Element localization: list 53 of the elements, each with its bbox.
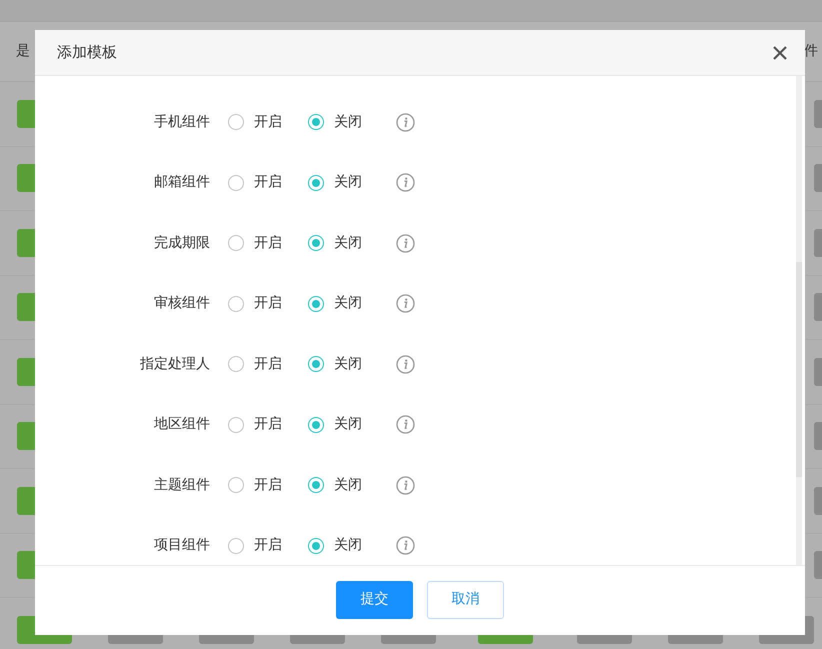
info-icon[interactable] xyxy=(396,112,415,132)
info-icon[interactable] xyxy=(396,354,415,374)
radio-button[interactable] xyxy=(228,538,244,554)
info-icon[interactable] xyxy=(396,294,415,314)
radio-button[interactable] xyxy=(228,356,244,372)
radio-button[interactable] xyxy=(308,538,324,554)
radio-button[interactable] xyxy=(308,235,324,252)
radio-option[interactable]: 开启 xyxy=(228,474,282,496)
radio-button[interactable] xyxy=(228,477,244,494)
radio-button[interactable] xyxy=(308,477,324,494)
radio-option[interactable]: 关闭 xyxy=(308,354,362,375)
radio-option[interactable]: 关闭 xyxy=(308,474,362,496)
radio-option[interactable]: 开启 xyxy=(228,172,282,194)
field-label: 手机组件 xyxy=(153,112,210,132)
info-icon[interactable] xyxy=(396,476,415,495)
radio-button[interactable] xyxy=(228,114,244,130)
field-label: 指定处理人 xyxy=(139,354,210,374)
radio-option[interactable]: 关闭 xyxy=(308,293,362,314)
radio-option[interactable]: 开启 xyxy=(228,535,282,556)
radio-option[interactable]: 开启 xyxy=(228,112,282,133)
column-header: 件 xyxy=(804,42,818,61)
radio-button[interactable] xyxy=(228,174,244,191)
radio-option[interactable]: 关闭 xyxy=(308,535,362,556)
radio-option[interactable]: 关闭 xyxy=(308,414,362,436)
field-label: 邮箱组件 xyxy=(153,173,210,192)
radio-button[interactable] xyxy=(308,416,324,433)
info-icon[interactable] xyxy=(396,536,415,556)
field-label: 地区组件 xyxy=(153,415,210,434)
radio-button[interactable] xyxy=(228,235,244,252)
radio-option[interactable]: 关闭 xyxy=(308,112,362,133)
radio-option[interactable]: 开启 xyxy=(228,293,282,314)
close-icon[interactable] xyxy=(773,46,787,60)
field-label: 项目组件 xyxy=(153,536,210,556)
column-header: 是 xyxy=(16,42,30,61)
radio-option[interactable]: 关闭 xyxy=(308,172,362,194)
radio-option[interactable]: 开启 xyxy=(228,232,282,254)
info-icon[interactable] xyxy=(396,234,415,253)
scrollbar-thumb[interactable] xyxy=(796,262,802,477)
info-icon[interactable] xyxy=(396,415,415,434)
radio-button[interactable] xyxy=(308,296,324,312)
radio-option[interactable]: 关闭 xyxy=(308,232,362,254)
radio-option[interactable]: 开启 xyxy=(228,414,282,436)
radio-option[interactable]: 开启 xyxy=(228,354,282,375)
field-label: 完成期限 xyxy=(153,234,210,253)
radio-button[interactable] xyxy=(308,174,324,191)
info-icon[interactable] xyxy=(396,173,415,192)
field-label: 审核组件 xyxy=(153,294,210,314)
radio-button[interactable] xyxy=(308,114,324,130)
field-label: 主题组件 xyxy=(153,476,210,495)
radio-button[interactable] xyxy=(228,296,244,312)
dialog-title: 添加模板 xyxy=(57,42,117,64)
radio-button[interactable] xyxy=(308,356,324,372)
radio-button[interactable] xyxy=(228,416,244,433)
